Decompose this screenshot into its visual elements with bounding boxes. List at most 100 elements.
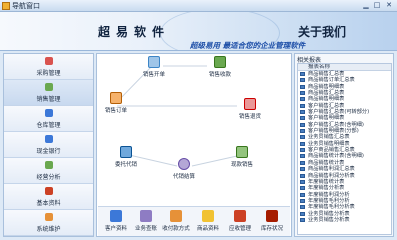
report-name: 年度销售统计表 [308, 178, 345, 185]
sidebar-item-label: 经营分析 [36, 174, 61, 181]
sales-order-button[interactable]: 销售订单 [101, 92, 131, 118]
receivable-button[interactable]: 应收管理 [226, 210, 254, 236]
tool-label: 应收管理 [228, 226, 251, 232]
report-name: 业务员销售分析表 [308, 210, 350, 217]
sidebar-item-warehouse[interactable]: 仓库管理 [4, 106, 93, 132]
report-icon [300, 192, 305, 197]
report-name: 年度销售利润分析 [308, 191, 350, 198]
report-name: 商品销售统计表 [308, 159, 345, 166]
window-titlebar: 导航窗口 ▁ □ ✕ [0, 0, 397, 12]
maximize-button[interactable]: □ [372, 1, 382, 10]
report-icon [300, 179, 305, 184]
minimize-button[interactable]: ▁ [361, 1, 371, 10]
report-name: 商品销售利润分析表 [308, 172, 355, 179]
list-item[interactable]: 业务员销售分析表 [298, 217, 391, 223]
purchase-icon [45, 57, 53, 65]
report-name: 客户销售汇总表(含明细) [308, 121, 364, 128]
report-icon [300, 122, 305, 127]
report-icon [300, 167, 305, 172]
app-icon [2, 2, 10, 10]
sales-shipment-icon [148, 56, 160, 68]
report-icon [300, 84, 305, 89]
sales-receipt-icon [214, 56, 226, 68]
tool-label: 库存状况 [260, 226, 283, 232]
report-icon [300, 148, 305, 153]
report-icon [300, 110, 305, 115]
report-icon [300, 154, 305, 159]
report-icon [300, 97, 305, 102]
sales-receipt-label: 销售收款 [208, 72, 231, 78]
sales-shipment-label: 销售开单 [142, 72, 165, 78]
sales-icon [45, 83, 53, 91]
report-name: 客户销售汇总表 [308, 102, 345, 109]
warehouse-icon [45, 109, 53, 117]
account-query-button[interactable]: 业务查账 [132, 210, 160, 236]
sales-order-icon [110, 92, 122, 104]
related-reports-panel: 相关报表 报表名称 商品销售汇总表 商品销售订单汇总表 商品销售明细表 商品销售… [294, 53, 394, 237]
report-icon [300, 173, 305, 178]
receivable-icon [234, 210, 246, 222]
sales-flow-panel: 销售开单 销售收款 销售订单 销售退货 委托代销 代销结算 现款销售 客户资料 … [96, 53, 292, 237]
sidebar-item-purchase[interactable]: 采购管理 [4, 54, 93, 80]
report-icon [300, 217, 305, 222]
sales-return-icon [244, 98, 256, 110]
inventory-status-button[interactable]: 库存状况 [258, 210, 286, 236]
sidebar-item-sales[interactable]: 销售管理 [4, 80, 93, 106]
consignment-label: 委托代销 [114, 162, 137, 168]
column-header[interactable]: 报表名称 [298, 64, 391, 71]
sidebar-item-label: 销售管理 [36, 96, 61, 103]
close-button[interactable]: ✕ [384, 1, 394, 10]
account-query-icon [140, 210, 152, 222]
report-icon [300, 198, 305, 203]
report-icon [300, 72, 305, 76]
payment-method-icon [170, 210, 182, 222]
report-icon [300, 205, 305, 210]
report-icon [300, 141, 305, 146]
report-name: 商品销售统计表(含明细) [308, 153, 364, 160]
sales-return-button[interactable]: 销售退货 [235, 98, 265, 124]
sidebar-item-label: 采购管理 [36, 70, 61, 77]
report-icon [300, 116, 305, 121]
report-name: 年度销售毛利分析表 [308, 204, 355, 211]
sidebar-item-system-maintenance[interactable]: 系统维护 [4, 210, 93, 236]
report-icon [300, 103, 305, 108]
basic-data-icon [45, 187, 53, 195]
sidebar-item-cash-bank[interactable]: 现金银行 [4, 132, 93, 158]
report-name: 商品销售利润汇总表 [308, 166, 355, 173]
report-name: 商品销售明细表 [308, 96, 345, 103]
report-icon [300, 129, 305, 134]
analysis-icon [45, 161, 53, 169]
report-name: 业务员销售汇总表 [308, 134, 350, 141]
sidebar-item-label: 基本资料 [36, 200, 61, 207]
sidebar-item-label: 现金银行 [36, 148, 61, 155]
cash-receipt-button[interactable]: 现款销售 [227, 146, 257, 172]
sales-receipt-button[interactable]: 销售收款 [205, 56, 235, 82]
payment-method-button[interactable]: 收付款方式 [162, 210, 190, 236]
customer-data-button[interactable]: 客户资料 [102, 210, 130, 236]
product-icon [202, 210, 214, 222]
cash-receipt-label: 现款销售 [230, 162, 253, 168]
report-name: 业务员销售分析表 [308, 216, 350, 223]
report-name: 客户销售明细表 [308, 115, 345, 122]
about-us-link[interactable]: 关于我们 [298, 23, 346, 40]
window-title: 导航窗口 [12, 2, 40, 10]
sidebar-item-analysis[interactable]: 经营分析 [4, 158, 93, 184]
slogan: 超级易用 最适合您的企业管理软件 [190, 41, 306, 50]
sidebar-item-basic-data[interactable]: 基本资料 [4, 184, 93, 210]
report-icon [300, 91, 305, 96]
sidebar-item-label: 系统维护 [36, 226, 61, 233]
module-sidebar: 采购管理 销售管理 仓库管理 现金银行 经营分析 基本资料 系统维护 [3, 53, 94, 237]
report-name: 业务员销售明细表 [308, 140, 350, 147]
product-data-button[interactable]: 商品资料 [194, 210, 222, 236]
tool-label: 商品资料 [196, 226, 219, 232]
report-icon [300, 186, 305, 191]
customer-icon [110, 210, 122, 222]
sales-shipment-button[interactable]: 销售开单 [139, 56, 169, 82]
inventory-icon [266, 210, 278, 222]
sidebar-item-label: 仓库管理 [36, 122, 61, 129]
consignment-button[interactable]: 委托代销 [111, 146, 141, 172]
consignment-settlement-button[interactable]: 代销结算 [169, 158, 199, 184]
report-list[interactable]: 报表名称 商品销售汇总表 商品销售订单汇总表 商品销售明细表 商品销售汇总表 商… [297, 63, 392, 235]
report-name: 年度销售分析表 [308, 185, 345, 192]
sales-return-label: 销售退货 [238, 114, 261, 120]
